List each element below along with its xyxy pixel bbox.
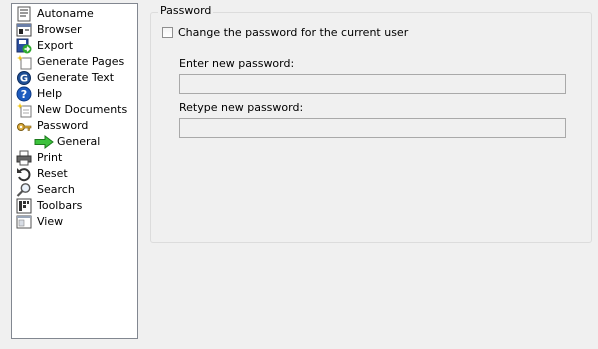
tree-item-password[interactable]: Password bbox=[12, 118, 137, 134]
printer-icon bbox=[16, 150, 32, 166]
new-password-label: Enter new password: bbox=[179, 57, 295, 70]
green-arrow-icon bbox=[34, 134, 54, 150]
new-documents-icon bbox=[16, 102, 32, 118]
new-password-field[interactable] bbox=[179, 74, 566, 94]
tree-item-generate-pages[interactable]: Generate Pages bbox=[12, 54, 137, 70]
view-icon bbox=[16, 214, 32, 230]
tree-item-reset[interactable]: Reset bbox=[12, 166, 137, 182]
svg-text:?: ? bbox=[21, 88, 27, 101]
tree-item-print[interactable]: Print bbox=[12, 150, 137, 166]
change-password-label[interactable]: Change the password for the current user bbox=[178, 26, 408, 40]
tree-item-export[interactable]: Export bbox=[12, 38, 137, 54]
generate-text-icon: G bbox=[16, 70, 32, 86]
tree-item-generate-text[interactable]: G Generate Text bbox=[12, 70, 137, 86]
tree-item-label: Export bbox=[37, 39, 74, 52]
tree-item-view[interactable]: View bbox=[12, 214, 137, 230]
generate-pages-icon bbox=[16, 54, 32, 70]
tree-item-autoname[interactable]: Autoname bbox=[12, 6, 137, 22]
autoname-icon bbox=[16, 6, 32, 22]
tree-item-browser[interactable]: Browser bbox=[12, 22, 137, 38]
toolbars-icon bbox=[16, 198, 32, 214]
reset-icon bbox=[16, 166, 32, 182]
group-title: Password bbox=[158, 4, 214, 18]
tree-item-label: General bbox=[57, 135, 101, 148]
search-icon bbox=[16, 182, 32, 198]
tree-item-label: Reset bbox=[37, 167, 68, 180]
tree-item-label: Search bbox=[37, 183, 75, 196]
help-icon: ? bbox=[16, 86, 32, 102]
tree-item-label: Autoname bbox=[37, 7, 94, 20]
retype-password-field[interactable] bbox=[179, 118, 566, 138]
tree-item-general[interactable]: General bbox=[12, 134, 137, 150]
tree-item-label: Browser bbox=[37, 23, 82, 36]
tree-item-label: Generate Pages bbox=[37, 55, 125, 68]
tree-item-label: Print bbox=[37, 151, 63, 164]
options-tree[interactable]: Autoname Browser Export Generate Pages G… bbox=[11, 3, 138, 339]
tree-item-help[interactable]: ? Help bbox=[12, 86, 137, 102]
tree-item-label: New Documents bbox=[37, 103, 128, 116]
tree-item-label: Help bbox=[37, 87, 63, 100]
tree-item-new-documents[interactable]: New Documents bbox=[12, 102, 137, 118]
retype-password-label: Retype new password: bbox=[179, 101, 304, 114]
browser-icon bbox=[16, 22, 32, 38]
export-icon bbox=[16, 38, 32, 54]
password-group: Password Change the password for the cur… bbox=[150, 4, 592, 243]
svg-text:G: G bbox=[20, 74, 28, 85]
tree-item-label: Generate Text bbox=[37, 71, 115, 84]
tree-item-search[interactable]: Search bbox=[12, 182, 137, 198]
tree-item-label: Password bbox=[37, 119, 89, 132]
key-icon bbox=[16, 118, 32, 134]
change-password-checkbox[interactable] bbox=[162, 27, 173, 38]
change-password-row[interactable]: Change the password for the current user bbox=[162, 26, 408, 40]
tree-item-toolbars[interactable]: Toolbars bbox=[12, 198, 137, 214]
tree-item-label: View bbox=[37, 215, 64, 228]
tree-item-label: Toolbars bbox=[37, 199, 83, 212]
